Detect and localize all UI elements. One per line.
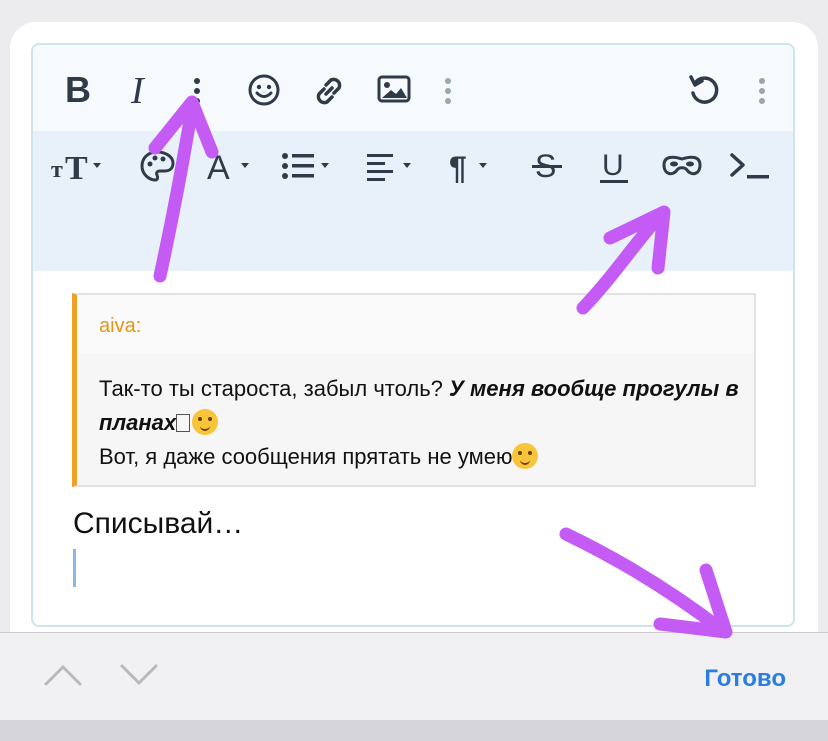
chevron-down-icon[interactable] (120, 663, 158, 687)
quote-block: aiva: Так-то ты староста, забыл чтоль? У… (72, 293, 756, 487)
list-button[interactable] (281, 151, 337, 181)
chevron-up-icon[interactable] (44, 663, 82, 687)
emoji-button[interactable] (247, 73, 281, 107)
spoiler-button[interactable] (661, 153, 703, 179)
spoiler-mask-icon (662, 155, 702, 176)
svg-text:т: т (51, 157, 63, 183)
bold-button[interactable]: B (65, 69, 91, 111)
message-body-text[interactable]: Списывай… (73, 507, 243, 541)
hugging-face-emoji-icon (512, 443, 539, 469)
keyboard-top-strip (0, 720, 828, 741)
toolbar-row-2: тT A ¶ S U (33, 131, 793, 271)
image-icon (377, 75, 411, 103)
missing-glyph-box (176, 414, 191, 432)
more-vertical-icon (759, 78, 765, 104)
link-icon (316, 77, 342, 105)
svg-text:A: A (207, 149, 230, 183)
palette-icon (140, 150, 175, 182)
font-color-icon: A (207, 149, 249, 183)
svg-text:¶: ¶ (449, 150, 467, 183)
more-vertical-icon (445, 78, 451, 104)
paragraph-format-button[interactable]: ¶ (447, 149, 501, 183)
font-color-button[interactable]: A (205, 149, 259, 183)
text-color-palette-button[interactable] (139, 149, 175, 183)
strikethrough-icon: S (532, 149, 562, 183)
undo-icon (689, 75, 719, 104)
more-formatting-button[interactable] (193, 77, 201, 105)
italic-icon: I (131, 70, 144, 112)
align-icon (367, 154, 411, 181)
done-button[interactable]: Готово (704, 665, 786, 693)
quote-line1-plain: Так-то ты староста, забыл чтоль? (99, 376, 450, 401)
text-size-button[interactable]: тT (49, 149, 111, 183)
align-button[interactable] (365, 151, 419, 181)
more-vertical-icon (194, 78, 200, 104)
quote-line2: Вот, я даже сообщения прятать не умею (99, 444, 513, 469)
shushing-face-emoji-icon (192, 409, 219, 435)
code-button[interactable] (729, 151, 773, 181)
underline-icon: U (600, 149, 628, 183)
quote-header: aiva: (77, 295, 754, 353)
svg-text:T: T (65, 150, 88, 183)
strikethrough-button[interactable]: S (531, 149, 563, 183)
list-icon (282, 153, 329, 179)
text-size-icon: тT (51, 150, 101, 183)
code-terminal-icon (730, 153, 769, 179)
more-options-button[interactable] (758, 77, 766, 105)
quote-author[interactable]: aiva: (99, 315, 141, 338)
insert-image-button[interactable] (377, 75, 411, 103)
keyboard-accessory-bar: Готово (0, 632, 828, 721)
undo-button[interactable] (687, 73, 721, 107)
bold-icon: B (65, 69, 91, 110)
smiley-icon (248, 74, 280, 106)
italic-button[interactable]: I (131, 69, 144, 113)
rich-text-editor[interactable]: B I тT A ¶ S U aiva: Так-то ты староста,… (31, 43, 795, 627)
more-insert-button[interactable] (444, 77, 452, 105)
paragraph-icon: ¶ (449, 150, 487, 183)
text-cursor (73, 549, 76, 587)
underline-button[interactable]: U (599, 147, 629, 185)
quote-text: Так-то ты староста, забыл чтоль? У меня … (99, 372, 739, 474)
toolbar-row-1: B I (33, 45, 793, 131)
svg-text:U: U (602, 149, 624, 182)
link-button[interactable] (311, 73, 347, 109)
